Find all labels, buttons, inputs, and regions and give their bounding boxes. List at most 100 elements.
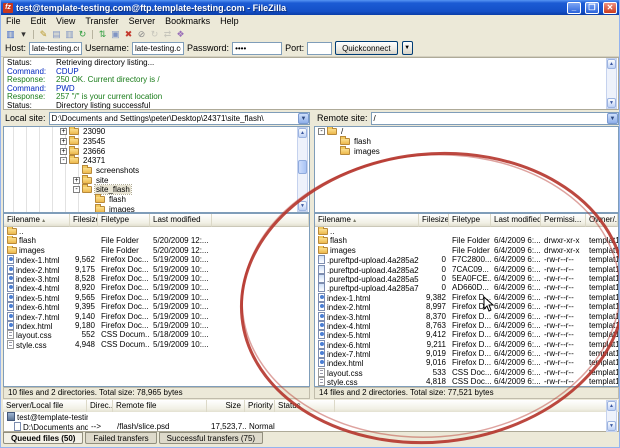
file-row[interactable]: index.html 9,016 Firefox D... 6/4/2009 6… — [315, 358, 618, 367]
queue-tab[interactable]: Failed transfers — [85, 432, 156, 444]
toolbar-icon[interactable]: ✎ — [37, 29, 50, 40]
scrollbar-thumb[interactable] — [298, 160, 307, 174]
file-row[interactable]: .pureftpd-upload.4a285a2f.1... 0 F7C2800… — [315, 255, 618, 264]
maximize-button[interactable]: ❐ — [585, 2, 599, 14]
column-header-filename[interactable]: Filename ▴ — [315, 214, 419, 227]
column-header-filetype[interactable]: Filetype — [98, 214, 150, 227]
title-bar[interactable]: fz test@template-testing.com@ftp.templat… — [1, 0, 619, 15]
tree-item[interactable]: screenshots — [4, 166, 309, 176]
chevron-down-icon[interactable]: ▼ — [298, 113, 309, 124]
file-row[interactable]: flash File Folder 6/4/2009 6:... drwxr-x… — [315, 236, 618, 245]
toolbar-icon[interactable]: ⊘ — [135, 29, 148, 40]
scroll-down-icon[interactable]: ▼ — [607, 421, 616, 431]
toolbar-icon[interactable]: ▥ — [63, 29, 76, 40]
close-button[interactable]: ✕ — [603, 2, 617, 14]
menu-item[interactable]: Help — [215, 15, 244, 28]
file-row[interactable]: images File Folder 6/4/2009 6:... drwxr-… — [315, 246, 618, 255]
tree-item[interactable]: + site — [4, 175, 309, 185]
tree-item[interactable]: images — [315, 146, 618, 156]
scroll-up-icon[interactable]: ▲ — [607, 59, 616, 69]
menu-item[interactable]: Server — [124, 15, 161, 28]
chevron-down-icon[interactable]: ▼ — [607, 113, 618, 124]
file-row[interactable]: style.css 4,948 CSS Docum... 5/19/2009 1… — [4, 340, 309, 349]
port-input[interactable] — [307, 42, 332, 55]
toolbar-icon[interactable]: ⇄ — [161, 29, 174, 40]
file-row[interactable]: index-6.html 9,395 Firefox Doc... 5/19/2… — [4, 302, 309, 311]
file-row[interactable]: index-5.html 9,412 Firefox D... 6/4/2009… — [315, 330, 618, 339]
menu-item[interactable]: Transfer — [80, 15, 123, 28]
file-row[interactable]: layout.css 533 CSS Doc... 6/4/2009 6:...… — [315, 368, 618, 377]
file-row[interactable]: index-2.html 8,997 Firefox D... 6/4/2009… — [315, 302, 618, 311]
queue-tab[interactable]: Queued files (50) — [3, 432, 83, 444]
toolbar-icon[interactable]: ↻ — [148, 29, 161, 40]
file-row[interactable]: index-1.html 9,382 Firefox D... 6/4/2009… — [315, 293, 618, 302]
file-row[interactable]: .. — [4, 227, 309, 236]
toolbar-icon[interactable]: ❖ — [174, 29, 187, 40]
file-row[interactable]: .pureftpd-upload.4a285a70.... 0 AD660D..… — [315, 283, 618, 292]
username-input[interactable] — [132, 42, 184, 55]
remote-site-combobox[interactable]: / ▼ — [371, 112, 619, 125]
column-header-modified[interactable]: Last modified — [491, 214, 541, 227]
file-row[interactable]: index.html 9,180 Firefox Doc... 5/19/200… — [4, 321, 309, 330]
menu-item[interactable]: Edit — [26, 15, 52, 28]
scroll-down-icon[interactable]: ▼ — [298, 201, 307, 211]
expander-icon[interactable]: - — [60, 157, 67, 164]
quickconnect-button[interactable]: Quickconnect — [335, 41, 397, 55]
log-scrollbar[interactable]: ▲ ▼ — [606, 58, 617, 109]
local-site-combobox[interactable]: D:\Documents and Settings\peter\Desktop\… — [49, 112, 310, 125]
tree-item[interactable]: + 23545 — [4, 137, 309, 147]
file-row[interactable]: index-6.html 9,211 Firefox D... 6/4/2009… — [315, 340, 618, 349]
tree-item[interactable]: - / — [315, 127, 618, 137]
queue-row[interactable]: test@template-testing.... — [4, 412, 618, 422]
host-input[interactable] — [29, 42, 82, 55]
file-row[interactable]: style.css 4,818 CSS Doc... 6/4/2009 6:..… — [315, 377, 618, 386]
file-row[interactable]: index-7.html 9,140 Firefox Doc... 5/19/2… — [4, 312, 309, 321]
toolbar-icon[interactable]: ✖ — [122, 29, 135, 40]
expander-icon[interactable]: - — [318, 128, 325, 135]
local-tree-scrollbar[interactable]: ▲ ▼ — [297, 127, 308, 212]
toolbar-icon[interactable]: ▤ — [50, 29, 63, 40]
column-header-permissions[interactable]: Permissi... — [541, 214, 586, 227]
toolbar-icon[interactable]: ⇅ — [96, 29, 109, 40]
tree-item[interactable]: flash — [4, 195, 309, 205]
file-row[interactable]: index-4.html 8,920 Firefox Doc... 5/19/2… — [4, 283, 309, 292]
file-row[interactable]: .pureftpd-upload.4a285a5b.... 0 5EA0FCE.… — [315, 274, 618, 283]
tree-item[interactable]: - 24371 — [4, 156, 309, 166]
file-row[interactable]: .pureftpd-upload.4a285a2f.1... 0 7CAC09.… — [315, 265, 618, 274]
column-header-filesize[interactable]: Filesize — [70, 214, 98, 227]
tree-item[interactable]: - site_flash — [4, 185, 309, 195]
toolbar-icon[interactable] — [92, 30, 93, 39]
file-row[interactable]: index-3.html 8,370 Firefox D... 6/4/2009… — [315, 312, 618, 321]
toolbar-icon[interactable] — [33, 30, 34, 39]
expander-icon[interactable]: + — [73, 177, 80, 184]
toolbar-icon[interactable]: ▥ — [4, 29, 17, 40]
file-row[interactable]: index-4.html 8,763 Firefox D... 6/4/2009… — [315, 321, 618, 330]
column-header-filetype[interactable]: Filetype — [449, 214, 491, 227]
file-row[interactable]: .. — [315, 227, 618, 236]
file-row[interactable]: layout.css 552 CSS Docum... 5/18/2009 10… — [4, 330, 309, 339]
column-header-filesize[interactable]: Filesize — [419, 214, 449, 227]
tree-item[interactable]: + 23666 — [4, 146, 309, 156]
menu-item[interactable]: File — [1, 15, 26, 28]
menu-item[interactable]: View — [51, 15, 80, 28]
expander-icon[interactable]: + — [60, 128, 67, 135]
column-header-filename[interactable]: Filename ▴ — [4, 214, 70, 227]
file-row[interactable]: index-5.html 9,565 Firefox Doc... 5/19/2… — [4, 293, 309, 302]
toolbar-icon[interactable]: ↻ — [76, 29, 89, 40]
expander-icon[interactable]: + — [60, 148, 67, 155]
minimize-button[interactable]: _ — [567, 2, 581, 14]
queue-scrollbar[interactable]: ▲ ▼ — [606, 400, 617, 432]
password-input[interactable] — [232, 42, 282, 55]
file-row[interactable]: flash File Folder 5/20/2009 12:... — [4, 236, 309, 245]
queue-row[interactable]: D:\Documents and S... --> /flash/slice.p… — [4, 422, 618, 432]
scroll-up-icon[interactable]: ▲ — [607, 401, 616, 411]
expander-icon[interactable]: - — [73, 186, 80, 193]
toolbar-icon[interactable]: ▣ — [109, 29, 122, 40]
scroll-up-icon[interactable]: ▲ — [298, 128, 307, 138]
toolbar-icon[interactable]: ▾ — [17, 29, 30, 40]
scroll-down-icon[interactable]: ▼ — [607, 98, 616, 108]
column-header-owner[interactable]: Owner/... — [586, 214, 618, 227]
column-header-modified[interactable]: Last modified — [150, 214, 212, 227]
file-row[interactable]: index-3.html 8,528 Firefox Doc... 5/19/2… — [4, 274, 309, 283]
queue-tab[interactable]: Successful transfers (75) — [159, 432, 263, 444]
